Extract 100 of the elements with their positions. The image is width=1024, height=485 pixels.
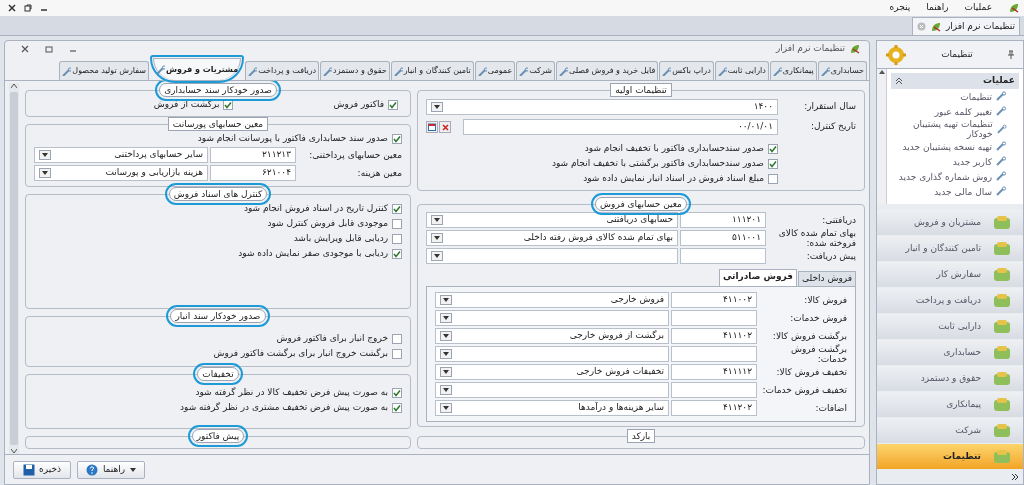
year-combo[interactable]: ۱۴۰۰ xyxy=(426,99,778,115)
checkbox[interactable] xyxy=(392,218,402,229)
account-combo[interactable]: حسابهای دریافتنی xyxy=(426,212,678,228)
dropdown-button[interactable] xyxy=(440,385,452,395)
code-field[interactable] xyxy=(680,248,766,264)
tab[interactable]: دریافت و پرداخت xyxy=(245,61,320,80)
dropdown-button[interactable] xyxy=(440,331,452,341)
tool-icon xyxy=(996,123,1007,135)
nav-button[interactable]: پیمانکاری xyxy=(877,392,1023,417)
tab[interactable]: شرکت xyxy=(516,61,555,80)
tab[interactable]: حقوق و دستمزد xyxy=(320,61,390,80)
code-field[interactable]: ۱۱۱۲۰۱ xyxy=(680,212,766,228)
dropdown-button[interactable] xyxy=(431,102,443,112)
operation-link[interactable]: روش شماره گذاری جدید xyxy=(898,171,992,182)
account-combo[interactable]: فروش خارجی xyxy=(435,292,669,308)
date-field[interactable]: ۰۰/۰۱/۰۱ xyxy=(463,119,778,135)
checkbox[interactable] xyxy=(388,99,398,110)
code-field[interactable]: ۴۱۱۱۰۲ xyxy=(671,328,757,344)
checkbox[interactable] xyxy=(392,348,402,359)
operation-link[interactable]: سال مالی جدید xyxy=(934,186,992,197)
account-combo[interactable]: برگشت از فروش خارجی xyxy=(435,328,669,344)
tab[interactable]: فایل خرید و فروش فصلی xyxy=(556,61,659,80)
nav-button[interactable]: دریافت و پرداخت xyxy=(877,288,1023,313)
module-icon xyxy=(993,318,1011,335)
menu-item[interactable]: راهنما xyxy=(926,1,949,15)
tab[interactable]: دراپ باکس xyxy=(659,61,714,80)
operation-link[interactable]: تنظیمات تهیه پشتیبان خودکار xyxy=(891,119,993,140)
code-field[interactable]: ۴۱۱۱۱۲ xyxy=(671,364,757,380)
operation-link[interactable]: تهیه نسخه پشتیبان جدید xyxy=(902,141,992,152)
tab[interactable]: حسابداری xyxy=(817,61,867,80)
scrollbar[interactable] xyxy=(877,69,887,204)
scrollbar[interactable] xyxy=(9,83,19,454)
checkbox[interactable] xyxy=(392,387,402,398)
save-button[interactable]: ذخیره xyxy=(13,460,71,479)
clear-button[interactable] xyxy=(439,121,451,133)
code-field[interactable]: ۵۱۱۰۰۱ xyxy=(680,230,766,246)
account-combo[interactable]: سایر حسابهای پرداختنی xyxy=(34,147,208,163)
nav-button[interactable]: دارایی ثابت xyxy=(877,314,1023,339)
dropdown-button[interactable] xyxy=(440,313,452,323)
operations-header[interactable]: عملیات xyxy=(891,73,1019,90)
checkbox[interactable] xyxy=(768,158,778,169)
code-field[interactable]: ۴۱۱۲۰۲ xyxy=(671,400,757,416)
checkbox[interactable] xyxy=(768,173,778,184)
code-field[interactable]: ۴۱۱۰۰۲ xyxy=(671,292,757,308)
checkbox-label: به صورت پیش فرض تخفیف مشتری در نظر گرفته شود xyxy=(180,400,388,414)
nav-button[interactable]: تامین کنندگان و انبار xyxy=(877,236,1023,261)
scroll-thumb[interactable] xyxy=(10,92,18,445)
account-combo[interactable]: سایر هزینه‌ها و درآمدها xyxy=(435,400,669,416)
menu-item[interactable]: عملیات xyxy=(964,1,992,15)
code-field[interactable] xyxy=(671,346,757,362)
menu-item[interactable]: پنجره xyxy=(889,1,911,15)
calendar-button[interactable] xyxy=(426,121,438,133)
nav-button[interactable]: مشتریان و فروش xyxy=(877,210,1023,235)
tab[interactable]: سفارش تولید محصول xyxy=(59,61,149,80)
caret-icon xyxy=(443,352,449,356)
checkbox[interactable] xyxy=(392,133,402,144)
operation-link[interactable]: تغییر کلمه عبور xyxy=(934,106,992,117)
tab[interactable]: پیمانکاری xyxy=(769,61,817,80)
dropdown-button[interactable] xyxy=(440,295,452,305)
checkbox[interactable] xyxy=(392,248,402,259)
code-field[interactable] xyxy=(671,310,757,326)
checkbox[interactable] xyxy=(392,203,402,214)
code-field[interactable]: ۲۱۱۲۱۳ xyxy=(210,147,296,163)
nav-button[interactable]: سفارش کار xyxy=(877,262,1023,287)
dropdown-button[interactable] xyxy=(440,349,452,359)
dropdown-button[interactable] xyxy=(440,403,452,413)
checkbox[interactable] xyxy=(392,402,402,413)
account-combo[interactable]: تخفیفات فروش خارجی xyxy=(435,364,669,380)
expand-icon xyxy=(1011,473,1019,481)
tab[interactable]: فروش صادراتی xyxy=(718,269,797,286)
document-tab[interactable]: تنظیمات نرم افزار xyxy=(911,17,1020,35)
nav-button[interactable]: حقوق و دستمزد xyxy=(877,366,1023,391)
operation-link[interactable]: تنظیمات xyxy=(960,91,992,102)
dropdown-button[interactable] xyxy=(39,150,51,160)
nav-button[interactable]: تنظیمات xyxy=(877,444,1023,469)
operation-link[interactable]: کاربر جدید xyxy=(952,156,992,167)
dropdown-button[interactable] xyxy=(431,233,443,243)
code-field[interactable]: ۶۲۱۰۰۴ xyxy=(210,165,296,181)
dropdown-button[interactable] xyxy=(431,251,443,261)
tab[interactable]: مشتریات و فروش xyxy=(153,58,242,80)
tab[interactable]: دارایی ثابت xyxy=(714,61,769,80)
tab[interactable]: عمومی xyxy=(474,61,516,80)
dropdown-button[interactable] xyxy=(440,367,452,377)
field-label: فروش کالا: xyxy=(803,295,847,305)
help-button[interactable]: راهنما xyxy=(77,460,145,479)
nav-button[interactable]: شرکت xyxy=(877,418,1023,443)
account-combo[interactable]: هزینه بازاریابی و پورسانت xyxy=(34,165,208,181)
account-combo[interactable]: بهای تمام شده کالای فروش رفته داخلی xyxy=(426,230,678,246)
checkbox[interactable] xyxy=(392,233,402,244)
nav-button[interactable]: حسابداری xyxy=(877,340,1023,365)
dropdown-button[interactable] xyxy=(431,215,443,225)
code-field[interactable] xyxy=(671,382,757,398)
tab[interactable]: فروش داخلی xyxy=(798,271,856,286)
restore-icon xyxy=(45,45,53,53)
checkbox[interactable] xyxy=(392,333,402,344)
dropdown-button[interactable] xyxy=(39,168,51,178)
tab[interactable]: تامین کنندگان و انبار xyxy=(390,61,474,80)
field-label: تخفیف فروش خدمات: xyxy=(761,385,847,395)
checkbox[interactable] xyxy=(768,143,778,154)
checkbox[interactable] xyxy=(223,99,234,110)
